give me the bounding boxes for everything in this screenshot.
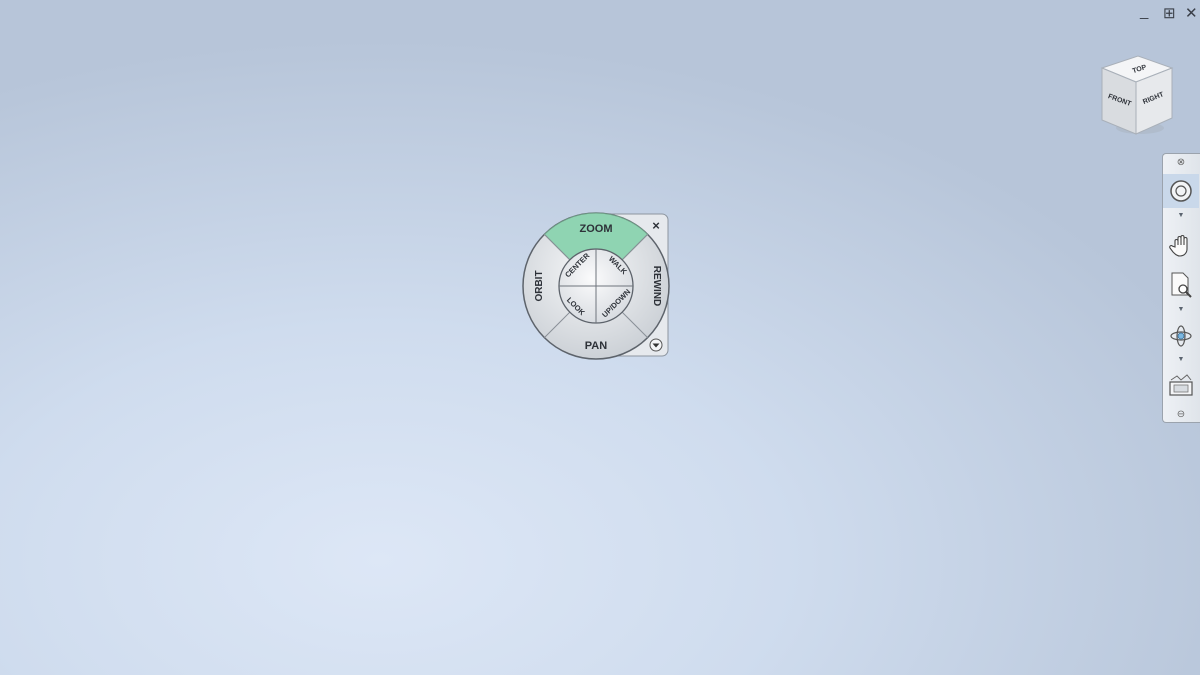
- navigation-bar: ⊗ ▼ ▼ ▼ ⊖: [1162, 153, 1200, 423]
- orbit-icon: [1170, 325, 1192, 347]
- wheel-dropdown-arrow-icon[interactable]: ▼: [1163, 212, 1199, 219]
- rewind-label[interactable]: REWIND: [651, 266, 662, 307]
- orbit-dropdown-arrow-icon[interactable]: ▼: [1163, 356, 1199, 363]
- view-cube[interactable]: TOP FRONT RIGHT: [1096, 52, 1182, 138]
- zoom-label[interactable]: ZOOM: [580, 223, 613, 235]
- zoom-window-button[interactable]: [1163, 268, 1199, 302]
- full-navigation-wheel-button[interactable]: [1163, 174, 1199, 208]
- orbit-button[interactable]: [1163, 320, 1199, 352]
- steering-wheel-icon: [1170, 180, 1192, 202]
- view-face-icon: [1169, 374, 1193, 396]
- close-window-button[interactable]: ✕: [1185, 6, 1198, 22]
- zoom-dropdown-arrow-icon[interactable]: ▼: [1163, 306, 1199, 313]
- orbit-label[interactable]: ORBIT: [534, 270, 545, 301]
- full-navigation-wheel[interactable]: ZOOM PAN REWIND ORBIT CENTER WALK LOOK U…: [520, 210, 672, 362]
- zoom-page-icon: [1171, 272, 1192, 298]
- wheel-close-icon[interactable]: ×: [652, 218, 660, 233]
- pan-label[interactable]: PAN: [585, 340, 607, 352]
- wheel-menu-button[interactable]: [649, 338, 663, 352]
- pan-button[interactable]: [1163, 230, 1199, 262]
- nav-bar-close-icon[interactable]: ⊗: [1163, 156, 1199, 168]
- hand-icon: [1169, 235, 1188, 257]
- view-face-button[interactable]: [1163, 368, 1199, 402]
- restore-button[interactable]: ⊞: [1163, 6, 1176, 22]
- nav-bar-collapse-icon[interactable]: ⊖: [1163, 408, 1199, 420]
- minimize-button[interactable]: _: [1140, 4, 1148, 20]
